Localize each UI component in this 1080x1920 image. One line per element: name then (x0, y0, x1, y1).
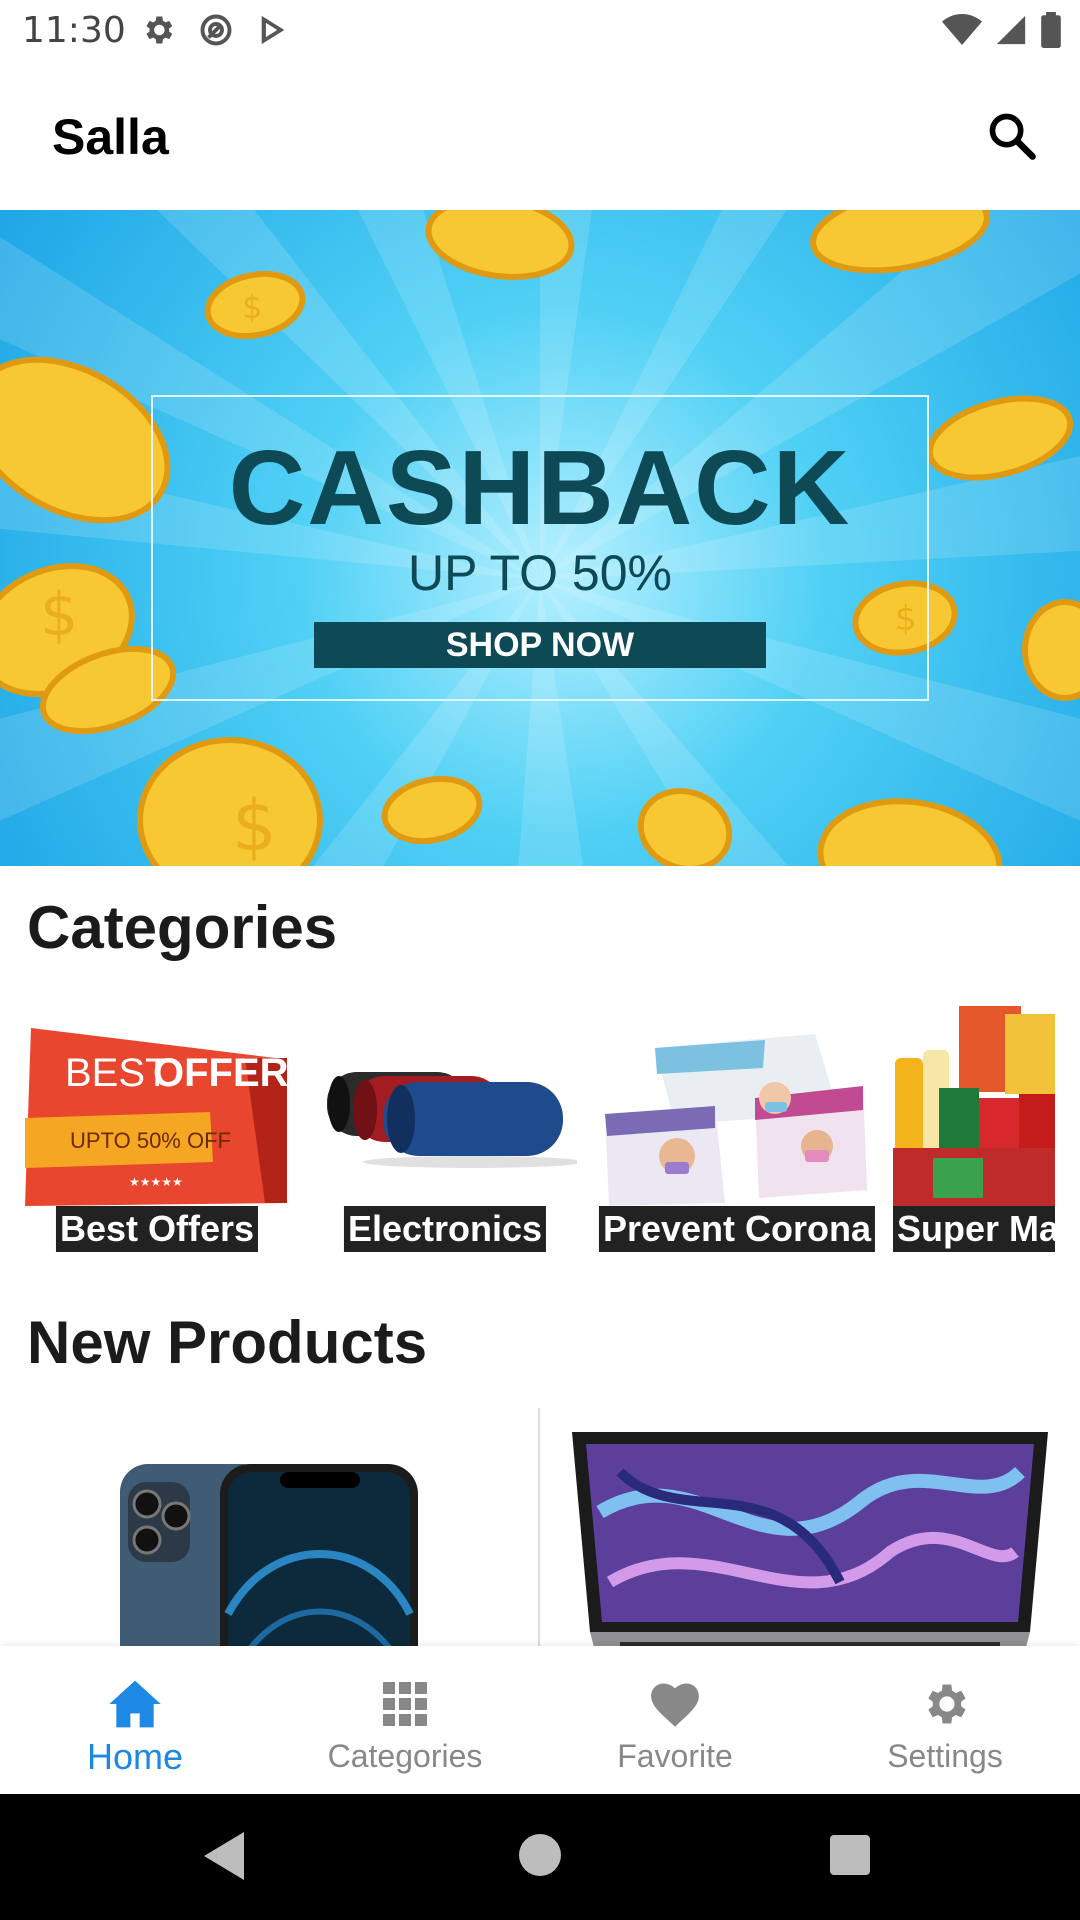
category-label: Best Offers (55, 1206, 259, 1252)
category-label: Prevent Corona (598, 1206, 876, 1252)
face-masks-image (605, 1034, 867, 1206)
laptop-product-image (572, 1432, 1048, 1646)
nav-item-settings[interactable]: Settings (810, 1646, 1080, 1794)
categories-carousel[interactable]: BEST OFFER UPTO 50% OFF ★★★★★ Best Offer… (25, 998, 1055, 1258)
svg-text:$: $ (895, 599, 917, 639)
app-title: Salla (52, 109, 169, 165)
new-products-heading: New Products (27, 1309, 428, 1376)
shop-now-button[interactable]: SHOP NOW (314, 622, 766, 668)
search-icon (989, 113, 1036, 160)
promo-banner[interactable]: $ $ $ $ CASHBACK UP TO 50% SHOP NOW (0, 210, 1080, 866)
svg-text:UPTO 50% OFF: UPTO 50% OFF (70, 1128, 231, 1153)
wifi-icon (942, 14, 982, 45)
category-card-electronics[interactable]: Electronics (313, 998, 577, 1258)
nav-label: Home (86, 1736, 184, 1777)
categories-heading: Categories (27, 894, 338, 961)
gear-icon (928, 1684, 966, 1724)
play-store-notification-icon (261, 15, 285, 45)
category-label: Super Market (893, 1206, 1055, 1252)
home-icon (109, 1680, 161, 1728)
recents-icon[interactable] (830, 1835, 870, 1875)
sync-notification-icon (200, 14, 232, 46)
svg-text:$: $ (232, 785, 277, 866)
category-card-prevent-corona[interactable]: Prevent Corona (598, 998, 876, 1258)
product-card[interactable] (0, 1408, 538, 1646)
battery-icon (1041, 12, 1061, 48)
product-card[interactable] (540, 1408, 1080, 1646)
nav-item-categories[interactable]: Categories (270, 1646, 540, 1794)
smartphone-product-image (120, 1464, 418, 1646)
cellular-signal-icon (996, 15, 1026, 45)
app-bar: Salla (0, 64, 1080, 210)
nav-label: Categories (327, 1738, 483, 1774)
home-circle-icon[interactable] (519, 1834, 561, 1876)
status-time: 11:30 (22, 10, 126, 51)
category-label: Electronics (343, 1206, 547, 1252)
new-products-grid (0, 1408, 1080, 1646)
banner-headline: CASHBACK (228, 429, 852, 547)
svg-text:★★★★★: ★★★★★ (129, 1175, 183, 1189)
svg-text:OFFER: OFFER (153, 1051, 289, 1095)
settings-notification-icon (146, 16, 173, 44)
banner-subline: UP TO 50% (407, 545, 673, 601)
nav-item-favorite[interactable]: Favorite (540, 1646, 810, 1794)
category-card-best-offers[interactable]: BEST OFFER UPTO 50% OFF ★★★★★ Best Offer… (25, 998, 289, 1258)
groceries-image (893, 1006, 1055, 1218)
search-button[interactable] (980, 104, 1044, 168)
status-bar: 11:30 (0, 0, 1080, 64)
nav-label: Favorite (617, 1738, 733, 1774)
back-icon[interactable] (204, 1832, 248, 1880)
nav-label: Settings (887, 1738, 1003, 1774)
bottom-navigation: Home Categories Favorite Settings (0, 1646, 1080, 1794)
grid-icon (383, 1682, 427, 1726)
nav-item-home[interactable]: Home (0, 1646, 270, 1794)
category-card-super-market[interactable]: Super Market (893, 998, 1055, 1258)
best-offer-image: BEST OFFER UPTO 50% OFF ★★★★★ (25, 1028, 289, 1206)
heart-icon (651, 1683, 699, 1727)
system-navigation-bar (0, 1794, 1080, 1920)
status-notification-icons (140, 12, 290, 48)
status-system-icons (942, 12, 1062, 48)
svg-text:$: $ (242, 288, 262, 326)
